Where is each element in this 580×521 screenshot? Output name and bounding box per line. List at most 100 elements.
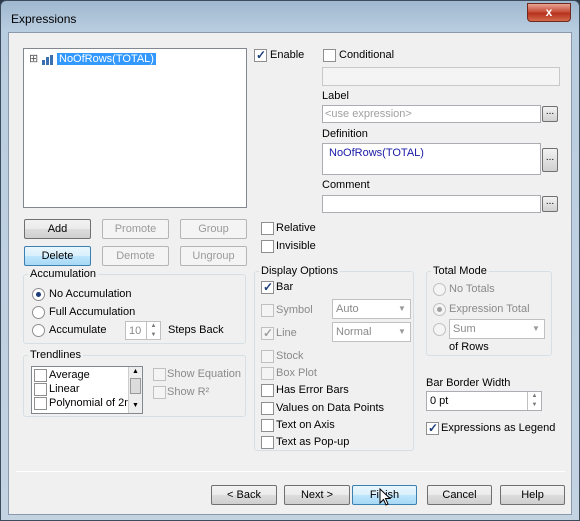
- box-plot-checkbox[interactable]: [261, 367, 274, 380]
- steps-back-label: Steps Back: [168, 324, 224, 336]
- scroll-thumb[interactable]: [130, 378, 141, 394]
- accumulation-title: Accumulation: [28, 268, 99, 280]
- line-combo-value: Normal: [336, 326, 372, 338]
- trendlines-scrollbar[interactable]: ▲ ▼: [128, 367, 142, 413]
- text-as-popup-label: Text as Pop-up: [276, 436, 350, 448]
- show-r2-label: Show R²: [167, 386, 210, 398]
- comment-ellipsis-button[interactable]: ...: [542, 196, 558, 212]
- box-plot-label: Box Plot: [276, 367, 317, 379]
- bar-border-width-label: Bar Border Width: [426, 377, 511, 389]
- steps-back-arrows[interactable]: ▲ ▼: [146, 322, 160, 339]
- scroll-up-icon[interactable]: ▲: [132, 368, 139, 375]
- chevron-down-icon[interactable]: ▼: [528, 320, 544, 338]
- expressions-as-legend-checkbox[interactable]: [426, 421, 439, 435]
- help-button[interactable]: Help: [500, 485, 565, 505]
- bar-label: Bar: [276, 281, 294, 293]
- values-on-data-points-label: Values on Data Points: [276, 402, 385, 414]
- close-button[interactable]: x: [527, 3, 571, 22]
- title-bar[interactable]: Expressions x: [1, 1, 579, 31]
- values-on-data-points-checkbox[interactable]: [261, 402, 274, 415]
- group-button[interactable]: Group: [180, 219, 247, 239]
- bar-border-width-spinner[interactable]: 0 pt ▲ ▼: [426, 391, 542, 411]
- text-on-axis-checkbox[interactable]: [261, 419, 274, 432]
- chevron-down-icon[interactable]: ▼: [394, 323, 410, 341]
- expand-icon[interactable]: ⊞: [29, 52, 38, 65]
- label-caption: Label: [322, 90, 349, 102]
- comment-field[interactable]: [322, 195, 541, 213]
- chart-bar-icon: [42, 55, 56, 65]
- conditional-field[interactable]: [322, 67, 560, 86]
- expressions-dialog: Expressions x ⊞ NoOfRows(TOTAL) Add Prom…: [0, 0, 580, 521]
- has-error-bars-checkbox[interactable]: [261, 384, 274, 397]
- steps-back-spinner[interactable]: 10 ▲ ▼: [125, 321, 161, 340]
- window-title: Expressions: [11, 12, 77, 26]
- expression-total-label: Expression Total: [449, 303, 530, 315]
- full-accumulation-radio[interactable]: [32, 306, 45, 319]
- mouse-cursor-icon: [379, 488, 391, 506]
- expressions-as-legend-label: Expressions as Legend: [441, 422, 556, 434]
- trendline-polynomial-checkbox[interactable]: [34, 397, 47, 410]
- trendline-average-checkbox[interactable]: [34, 369, 47, 382]
- scroll-down-icon[interactable]: ▼: [132, 402, 139, 409]
- relative-checkbox[interactable]: [261, 222, 274, 235]
- line-label: Line: [276, 327, 297, 339]
- trendlines-title: Trendlines: [28, 349, 83, 361]
- label-field[interactable]: <use expression>: [322, 105, 541, 123]
- ungroup-button[interactable]: Ungroup: [180, 246, 247, 266]
- definition-ellipsis-button[interactable]: ...: [542, 148, 558, 172]
- full-accumulation-label: Full Accumulation: [49, 306, 136, 318]
- symbol-combo-value: Auto: [336, 303, 359, 315]
- symbol-label: Symbol: [276, 304, 313, 316]
- of-rows-label: of Rows: [449, 341, 489, 353]
- bar-border-width-value: 0 pt: [430, 395, 449, 407]
- stock-checkbox[interactable]: [261, 350, 274, 363]
- show-r2-checkbox[interactable]: [153, 386, 166, 399]
- line-checkbox[interactable]: [261, 326, 274, 340]
- footer-separator: [16, 471, 565, 472]
- definition-value: NoOfRows(TOTAL): [329, 147, 424, 159]
- invisible-checkbox[interactable]: [261, 240, 274, 253]
- chevron-down-icon[interactable]: ▼: [394, 300, 410, 318]
- steps-back-value: 10: [129, 325, 142, 337]
- promote-button[interactable]: Promote: [102, 219, 169, 239]
- definition-field[interactable]: NoOfRows(TOTAL): [322, 143, 541, 175]
- next-button[interactable]: Next >: [284, 485, 350, 505]
- label-ellipsis-button[interactable]: ...: [542, 106, 558, 122]
- spin-up-icon[interactable]: ▲: [528, 392, 541, 401]
- back-button[interactable]: < Back: [211, 485, 277, 505]
- cancel-button[interactable]: Cancel: [427, 485, 492, 505]
- demote-button[interactable]: Demote: [102, 246, 169, 266]
- add-button[interactable]: Add: [24, 219, 91, 239]
- bar-border-width-arrows[interactable]: ▲ ▼: [527, 392, 541, 410]
- enable-checkbox[interactable]: [254, 48, 267, 62]
- stock-label: Stock: [276, 350, 304, 362]
- bar-checkbox[interactable]: [261, 280, 274, 294]
- no-totals-radio[interactable]: [433, 283, 446, 296]
- symbol-checkbox[interactable]: [261, 304, 274, 317]
- text-as-popup-checkbox[interactable]: [261, 436, 274, 449]
- trendline-linear-checkbox[interactable]: [34, 383, 47, 396]
- spin-up-icon[interactable]: ▲: [147, 322, 160, 331]
- conditional-checkbox[interactable]: [323, 49, 336, 62]
- relative-label: Relative: [276, 222, 316, 234]
- line-combo[interactable]: Normal ▼: [332, 322, 411, 342]
- delete-button[interactable]: Delete: [24, 246, 91, 266]
- invisible-label: Invisible: [276, 240, 316, 252]
- symbol-combo[interactable]: Auto ▼: [332, 299, 411, 319]
- show-equation-checkbox[interactable]: [153, 368, 166, 381]
- accumulate-label: Accumulate: [49, 324, 107, 336]
- expression-tree[interactable]: ⊞ NoOfRows(TOTAL): [23, 48, 247, 208]
- sum-radio[interactable]: [433, 323, 446, 336]
- accumulate-radio[interactable]: [32, 324, 45, 337]
- no-accumulation-radio[interactable]: [32, 288, 45, 301]
- trendline-average-label: Average: [49, 369, 90, 381]
- trendlines-list[interactable]: Average Linear Polynomial of 2nd d ▲ ▼: [31, 366, 143, 414]
- tree-item-expression[interactable]: NoOfRows(TOTAL): [57, 53, 156, 65]
- sum-combo-value: Sum: [453, 323, 476, 335]
- expression-total-radio[interactable]: [433, 303, 446, 316]
- label-placeholder: <use expression>: [325, 108, 412, 120]
- spin-down-icon[interactable]: ▼: [528, 401, 541, 410]
- sum-combo[interactable]: Sum ▼: [449, 319, 545, 339]
- spin-down-icon[interactable]: ▼: [147, 331, 160, 340]
- conditional-label: Conditional: [339, 49, 395, 61]
